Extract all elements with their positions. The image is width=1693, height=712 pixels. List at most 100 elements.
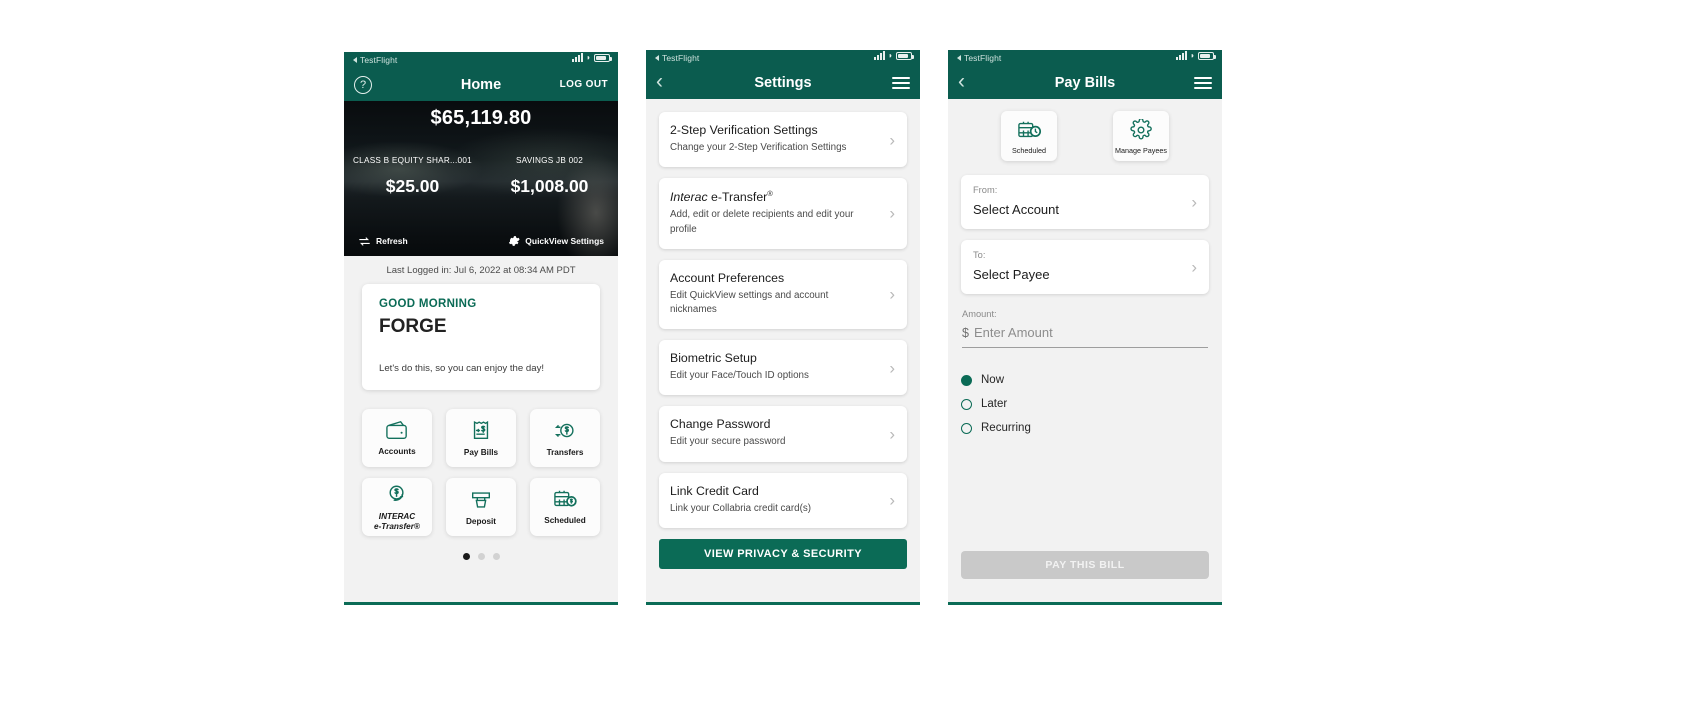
pager-dot-active[interactable] xyxy=(462,553,470,560)
status-indicators: ◗ xyxy=(1176,51,1216,60)
phone-screen-home: TestFlight ◗ ? Home LOG OUT $65,119.80 C… xyxy=(344,52,618,605)
settings-list: 2-Step Verification Settings Change your… xyxy=(646,99,920,528)
field-value: Select Account xyxy=(973,202,1059,217)
amount-input[interactable]: Enter Amount xyxy=(974,325,1053,340)
tab-label: Scheduled xyxy=(1012,146,1046,155)
paybills-navbar: ‹ Pay Bills xyxy=(948,66,1222,99)
tile-label-line1: INTERAC xyxy=(378,512,416,522)
question-circle-icon[interactable]: ? xyxy=(354,75,372,94)
quickview-account[interactable]: CLASS B EQUITY SHAR...001 $25.00 xyxy=(344,156,481,197)
view-privacy-security-button[interactable]: VIEW PRIVACY & SECURITY xyxy=(659,538,907,569)
quickview-account[interactable]: SAVINGS JB 002 $1,008.00 xyxy=(481,156,618,197)
carousel-pager[interactable] xyxy=(344,553,618,560)
testflight-back-label[interactable]: TestFlight xyxy=(957,53,1001,63)
settings-item-subtitle: Add, edit or delete recipients and edit … xyxy=(670,209,854,235)
wifi-icon: ◗ xyxy=(586,53,591,62)
hero-action-row: Refresh QuickView Settings xyxy=(344,235,618,247)
calendar-dollar-icon xyxy=(554,491,577,507)
logout-button[interactable]: LOG OUT xyxy=(560,79,608,90)
settings-item-change-password[interactable]: Change Password Edit your secure passwor… xyxy=(659,406,907,462)
quickview-settings-label: QuickView Settings xyxy=(525,236,604,246)
status-bar: TestFlight ◗ xyxy=(948,50,1222,66)
signal-icon xyxy=(572,53,584,62)
status-bar: TestFlight ◗ xyxy=(344,52,618,68)
greeting-card: GOOD MORNING FORGE Let's do this, so you… xyxy=(362,284,600,390)
pay-this-bill-button[interactable]: PAY THIS BILL xyxy=(961,551,1209,579)
settings-item-account-preferences[interactable]: Account Preferences Edit QuickView setti… xyxy=(659,259,907,330)
radio-unselected-icon[interactable] xyxy=(961,422,972,434)
settings-item-title-brand: Interac xyxy=(670,190,708,205)
tile-pay-bills[interactable]: Pay Bills xyxy=(446,409,516,467)
field-value: Select Payee xyxy=(973,267,1050,282)
tile-transfers[interactable]: Transfers xyxy=(530,409,600,467)
back-arrow-icon xyxy=(655,55,659,61)
settings-item-subtitle: Edit QuickView settings and account nick… xyxy=(670,289,829,315)
hamburger-menu-icon[interactable] xyxy=(892,76,910,89)
tile-scheduled[interactable]: Scheduled xyxy=(530,478,600,536)
paybills-tabs: Scheduled Manage Payees xyxy=(948,99,1222,175)
testflight-back-label[interactable]: TestFlight xyxy=(655,53,699,63)
refresh-button[interactable]: Refresh xyxy=(358,236,408,247)
pager-dot[interactable] xyxy=(477,553,485,560)
currency-symbol: $ xyxy=(962,326,969,340)
chevron-left-icon[interactable]: ‹ xyxy=(958,71,965,95)
quickview-accounts: CLASS B EQUITY SHAR...001 $25.00 SAVINGS… xyxy=(344,156,618,197)
chevron-right-icon: › xyxy=(1191,192,1197,212)
radio-selected-icon[interactable] xyxy=(961,374,972,386)
calendar-clock-icon xyxy=(1018,121,1042,138)
radio-label: Recurring xyxy=(981,422,1031,434)
home-indicator-bar xyxy=(344,602,618,605)
chevron-left-icon[interactable]: ‹ xyxy=(656,71,663,95)
refresh-arrows-icon xyxy=(359,236,370,246)
radio-option-later[interactable]: Later xyxy=(961,398,1209,410)
schedule-options: Now Later Recurring xyxy=(961,374,1209,434)
field-from-account[interactable]: From: Select Account › xyxy=(961,175,1209,229)
field-label: From: xyxy=(973,185,998,195)
quick-action-tiles: Accounts Pay Bills Transfers INTERAC e-T… xyxy=(362,409,600,536)
tile-deposit[interactable]: Deposit xyxy=(446,478,516,536)
chevron-right-icon: › xyxy=(889,358,895,378)
radio-option-recurring[interactable]: Recurring xyxy=(961,422,1209,434)
testflight-back-label[interactable]: TestFlight xyxy=(353,55,397,65)
pager-dot[interactable] xyxy=(492,553,500,560)
signal-icon xyxy=(874,51,886,60)
tab-manage-payees[interactable]: Manage Payees xyxy=(1113,111,1169,161)
settings-item-subtitle: Edit your Face/Touch ID options xyxy=(670,370,809,382)
field-to-payee[interactable]: To: Select Payee › xyxy=(961,240,1209,294)
last-logged-in: Last Logged in: Jul 6, 2022 at 08:34 AM … xyxy=(386,265,576,276)
battery-icon xyxy=(1198,52,1216,60)
tile-label: Deposit xyxy=(465,516,497,526)
tile-label: Accounts xyxy=(378,447,416,457)
tile-accounts[interactable]: Accounts xyxy=(362,409,432,467)
settings-item-title: Interac e-Transfer® xyxy=(670,189,877,204)
tile-interac-etransfer[interactable]: INTERAC e-Transfer® xyxy=(362,478,432,536)
registered-mark: ® xyxy=(767,189,773,199)
battery-icon xyxy=(896,52,914,60)
page-title: Pay Bills xyxy=(1054,74,1116,91)
hamburger-menu-icon[interactable] xyxy=(1194,76,1212,89)
settings-item-title: Biometric Setup xyxy=(670,351,757,366)
settings-item-2step[interactable]: 2-Step Verification Settings Change your… xyxy=(659,112,907,168)
settings-item-subtitle: Change your 2-Step Verification Settings xyxy=(670,142,847,153)
hero-quickview: $65,119.80 CLASS B EQUITY SHAR...001 $25… xyxy=(344,101,618,256)
radio-unselected-icon[interactable] xyxy=(961,398,972,410)
tab-scheduled[interactable]: Scheduled xyxy=(1001,111,1057,161)
wifi-icon: ◗ xyxy=(1190,51,1195,60)
settings-item-title: Change Password xyxy=(670,417,771,432)
quickview-settings-button[interactable]: QuickView Settings xyxy=(508,235,604,247)
tile-label: Pay Bills xyxy=(463,448,499,458)
amount-input-row[interactable]: $ Enter Amount xyxy=(962,325,1208,348)
interac-dollar-arrow-icon xyxy=(388,485,404,502)
radio-label: Later xyxy=(981,398,1008,410)
settings-item-interac-etransfer[interactable]: Interac e-Transfer® Add, edit or delete … xyxy=(659,178,907,249)
phone-screen-settings: TestFlight ◗ ‹ Settings 2-Step Verificat… xyxy=(646,50,920,605)
transfer-arrows-dollar-icon xyxy=(554,423,574,438)
tile-label: Transfers xyxy=(546,447,584,457)
settings-item-title: Link Credit Card xyxy=(670,483,759,498)
settings-navbar: ‹ Settings xyxy=(646,66,920,99)
home-indicator-bar xyxy=(948,602,1222,605)
settings-item-biometric-setup[interactable]: Biometric Setup Edit your Face/Touch ID … xyxy=(659,340,907,396)
settings-item-link-credit-card[interactable]: Link Credit Card Link your Collabria cre… xyxy=(659,472,907,528)
account-label: CLASS B EQUITY SHAR...001 xyxy=(353,156,472,165)
radio-option-now[interactable]: Now xyxy=(961,374,1209,386)
